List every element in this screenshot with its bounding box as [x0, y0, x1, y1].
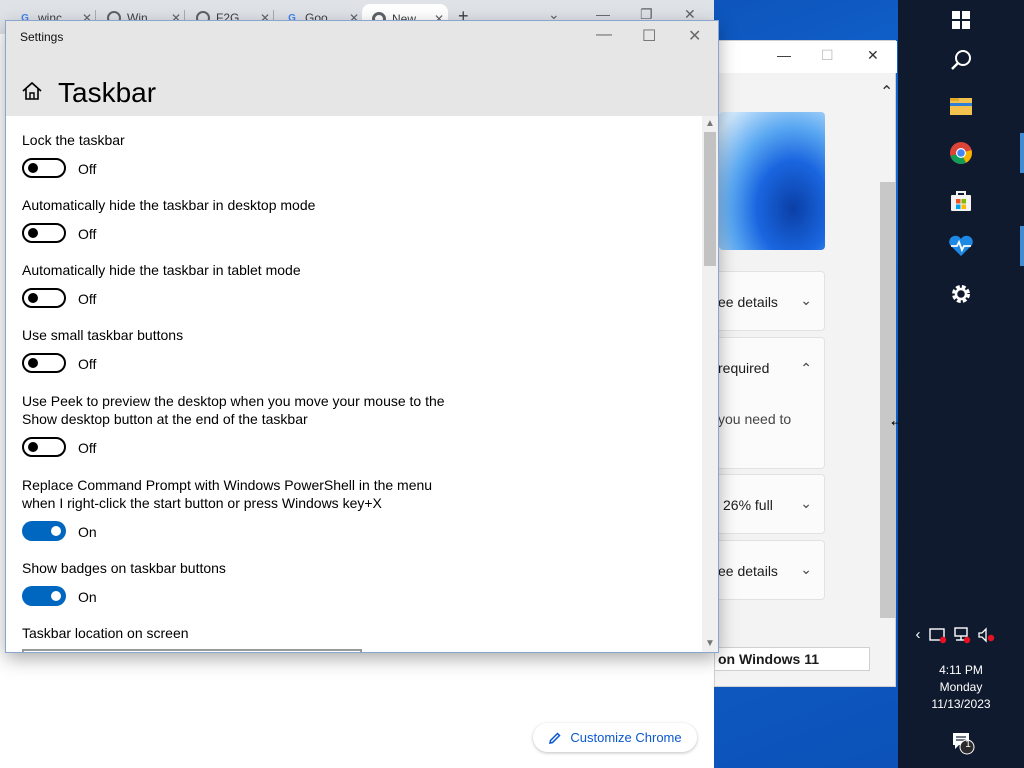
settings-window: Settings — ☐ ✕ Taskbar Lock the taskbar … [6, 21, 718, 652]
toggle-knob [28, 442, 38, 452]
toggle-knob [51, 591, 61, 601]
windows-update-icon[interactable] [928, 626, 948, 646]
toggle-knob [28, 358, 38, 368]
chevron-down-icon[interactable]: ⌄ [800, 561, 812, 578]
scroll-up-arrow-icon[interactable]: ▲ [705, 118, 715, 129]
settings-gear-icon[interactable] [944, 277, 978, 311]
file-explorer-icon[interactable] [944, 89, 978, 123]
option-label: Automatically hide the taskbar in deskto… [22, 197, 316, 213]
card-text: ee details [718, 563, 778, 579]
toggle-state: Off [78, 291, 97, 307]
pencil-icon [549, 731, 561, 744]
autohide-desktop-toggle[interactable] [22, 223, 66, 243]
toggle-knob [28, 163, 38, 173]
health-titlebar: — ☐ ✕ [715, 41, 897, 73]
chevron-down-icon[interactable]: ⌄ [800, 292, 812, 309]
settings-header: Taskbar [6, 51, 718, 116]
customize-chrome-button[interactable]: Customize Chrome [533, 723, 697, 752]
taskbar-location-dropdown[interactable] [22, 649, 362, 652]
health-card[interactable]: 26% full ⌄ [715, 474, 825, 534]
toggle-state: On [78, 524, 97, 540]
option-label: Use small taskbar buttons [22, 327, 184, 343]
scroll-thumb[interactable] [704, 132, 716, 266]
home-icon[interactable] [21, 80, 43, 102]
health-card[interactable]: ee details ⌄ [715, 271, 825, 331]
toggle-state: Off [78, 356, 97, 372]
health-card[interactable]: ee details ⌄ [715, 540, 825, 600]
toggle-knob [51, 526, 61, 536]
pc-health-window: — ☐ ✕ ee details ⌄ required ⌃ you need t… [714, 40, 897, 687]
clock-time: 4:11 PM [939, 663, 983, 677]
volume-muted-icon[interactable] [976, 626, 996, 646]
minimize-icon[interactable]: — [596, 6, 610, 22]
close-icon[interactable]: ✕ [867, 47, 879, 64]
window-title: Settings [20, 30, 64, 44]
card-text: required [718, 360, 770, 376]
powershell-toggle[interactable] [22, 521, 66, 541]
windows-start-icon[interactable] [944, 3, 978, 37]
notification-center-icon[interactable]: 1 [950, 730, 976, 756]
toggle-state: Off [78, 226, 97, 242]
lock-taskbar-toggle[interactable] [22, 158, 66, 178]
active-app-indicator [1020, 226, 1024, 266]
toggle-knob [28, 293, 38, 303]
option-label: Use Peek to preview the desktop when you… [22, 393, 445, 427]
scroll-down-arrow-icon[interactable]: ▼ [705, 638, 715, 649]
microsoft-store-icon[interactable] [944, 184, 978, 218]
windows11-wallpaper-image [719, 112, 825, 250]
network-icon[interactable] [952, 626, 972, 646]
card-text: ee details [718, 294, 778, 310]
settings-titlebar: Settings — ☐ ✕ [6, 21, 718, 51]
small-buttons-toggle[interactable] [22, 353, 66, 373]
close-icon[interactable]: ✕ [688, 26, 701, 46]
card-text: 26% full [723, 497, 773, 513]
taskbar-clock[interactable]: 4:11 PM Monday 11/13/2023 [898, 662, 1024, 713]
minimize-icon[interactable]: — [596, 26, 612, 44]
clock-day: Monday [939, 680, 983, 694]
chevron-up-icon[interactable]: ⌃ [800, 360, 812, 377]
active-app-indicator [1020, 133, 1024, 173]
health-card[interactable]: required ⌃ you need to [715, 337, 825, 469]
toggle-state: Off [78, 440, 97, 456]
chevron-down-icon[interactable]: ⌄ [800, 495, 812, 512]
badges-toggle[interactable] [22, 586, 66, 606]
chevron-up-icon[interactable]: ⌃ [880, 82, 893, 102]
chrome-icon[interactable] [944, 136, 978, 170]
search-icon[interactable] [944, 43, 978, 77]
system-tray: ‹ [910, 626, 1016, 648]
customize-chrome-label: Customize Chrome [570, 730, 682, 745]
option-label: Taskbar location on screen [22, 625, 189, 641]
chevron-left-icon[interactable]: ‹ [908, 626, 928, 646]
toggle-knob [28, 228, 38, 238]
health-footer-field[interactable]: on Windows 11 [714, 647, 870, 671]
autohide-tablet-toggle[interactable] [22, 288, 66, 308]
peek-toggle[interactable] [22, 437, 66, 457]
toggle-state: On [78, 589, 97, 605]
maximize-icon: ☐ [821, 47, 834, 63]
windows-taskbar: ‹ 4:11 PM Monday 11/13/2023 1 [898, 0, 1024, 768]
settings-content: Lock the taskbar Off Automatically hide … [6, 116, 702, 652]
pc-health-icon[interactable] [944, 229, 978, 263]
settings-scrollbar[interactable]: ▲ ▼ [702, 116, 718, 652]
maximize-icon[interactable]: ☐ [642, 26, 656, 46]
option-label: Automatically hide the taskbar in tablet… [22, 262, 301, 278]
option-label: Show badges on taskbar buttons [22, 560, 226, 576]
option-label: Lock the taskbar [22, 132, 125, 148]
clock-date: 11/13/2023 [931, 697, 991, 711]
card-subtext: you need to [718, 411, 792, 427]
page-title: Taskbar [58, 77, 157, 108]
option-label: Replace Command Prompt with Windows Powe… [22, 477, 433, 511]
toggle-state: Off [78, 161, 97, 177]
minimize-icon[interactable]: — [777, 47, 791, 63]
health-scrollbar[interactable] [880, 182, 896, 618]
notification-count: 1 [965, 739, 971, 750]
